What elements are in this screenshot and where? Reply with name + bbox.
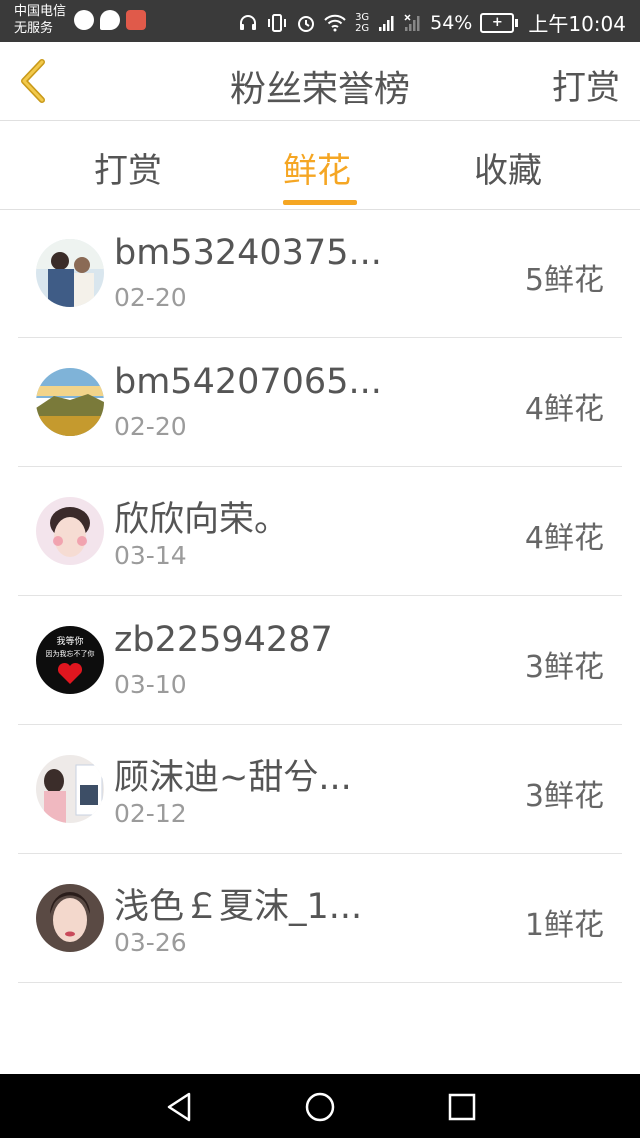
vibrate-icon xyxy=(266,11,288,35)
username: zb22594287 xyxy=(114,620,333,660)
date: 02-20 xyxy=(114,283,187,312)
carrier-name: 中国电信 xyxy=(14,4,67,19)
date: 03-26 xyxy=(114,928,187,957)
carrier-info: 中国电信 无服务 xyxy=(14,3,66,37)
system-nav-bar xyxy=(0,1074,640,1138)
app-notification-icon xyxy=(126,10,146,30)
tab-bar: 打赏 鲜花 收藏 xyxy=(0,121,640,210)
status-bar: 中国电信 无服务 3G 2G 54% + 上午10:04 xyxy=(0,0,640,42)
triangle-back-icon xyxy=(167,1092,191,1122)
list-item[interactable]: 顾沫迪~甜兮... 02-12 3鲜花 xyxy=(18,725,622,854)
username: 欣欣向荣。 xyxy=(114,500,290,540)
avatar xyxy=(36,368,104,436)
headphones-icon xyxy=(238,11,258,35)
clock: 上午10:04 xyxy=(528,12,626,36)
avatar xyxy=(36,884,104,952)
notification-icons xyxy=(74,10,146,30)
tab-tips[interactable]: 打赏 xyxy=(94,143,162,192)
tab-favorites[interactable]: 收藏 xyxy=(474,143,542,192)
globe-icon xyxy=(74,10,94,30)
network-type: 3G 2G xyxy=(355,11,370,34)
date: 02-12 xyxy=(114,799,187,828)
app-header: 粉丝荣誉榜 打赏 xyxy=(0,42,640,121)
username: 顾沫迪~甜兮... xyxy=(114,758,352,798)
list-item[interactable]: 欣欣向荣。 03-14 4鲜花 xyxy=(18,467,622,596)
date: 02-20 xyxy=(114,412,187,441)
page-title: 粉丝荣誉榜 xyxy=(229,69,410,110)
status-icons: 3G 2G 54% + 上午10:04 xyxy=(238,8,626,37)
date: 03-10 xyxy=(114,670,187,699)
avatar xyxy=(36,239,104,307)
list-item[interactable]: bm54207065... 02-20 4鲜花 xyxy=(18,338,622,467)
nav-home-button[interactable] xyxy=(303,1090,337,1124)
signal-off-icon xyxy=(404,11,422,35)
nav-recents-button[interactable] xyxy=(445,1090,479,1124)
avatar xyxy=(36,755,104,823)
active-tab-indicator xyxy=(283,200,357,205)
flower-count: 5鲜花 xyxy=(524,263,604,298)
list-item[interactable]: bm53240375... 02-20 5鲜花 xyxy=(18,209,622,338)
username: 浅色￡夏沫_1... xyxy=(114,887,363,927)
flower-count: 4鲜花 xyxy=(524,392,604,427)
alarm-icon xyxy=(296,11,316,35)
nav-back-button[interactable] xyxy=(162,1090,196,1124)
tip-button[interactable]: 打赏 xyxy=(552,60,620,109)
carrier-status: 无服务 xyxy=(14,21,54,36)
tab-flowers[interactable]: 鲜花 xyxy=(283,143,351,192)
signal-icon xyxy=(378,11,396,35)
flower-count: 3鲜花 xyxy=(524,650,604,685)
list-item[interactable]: 浅色￡夏沫_1... 03-26 1鲜花 xyxy=(18,854,622,983)
battery-charging-icon: + xyxy=(480,12,519,33)
username: bm53240375... xyxy=(114,233,382,273)
avatar xyxy=(36,497,104,565)
chat-bubble-icon xyxy=(100,10,120,30)
avatar: 我等你 因为我忘不了你 xyxy=(36,626,104,694)
square-recents-icon xyxy=(448,1093,476,1121)
wifi-icon xyxy=(324,11,346,35)
flower-count: 4鲜花 xyxy=(524,521,604,556)
date: 03-14 xyxy=(114,541,187,570)
flower-count: 1鲜花 xyxy=(524,908,604,943)
username: bm54207065... xyxy=(114,362,382,402)
list-item[interactable]: 我等你 因为我忘不了你 zb22594287 03-10 3鲜花 xyxy=(18,596,622,725)
flower-count: 3鲜花 xyxy=(524,779,604,814)
ranking-list: bm53240375... 02-20 5鲜花 bm54207065... 02… xyxy=(18,209,622,983)
battery-percent: 54% xyxy=(430,11,473,34)
circle-home-icon xyxy=(305,1092,335,1122)
